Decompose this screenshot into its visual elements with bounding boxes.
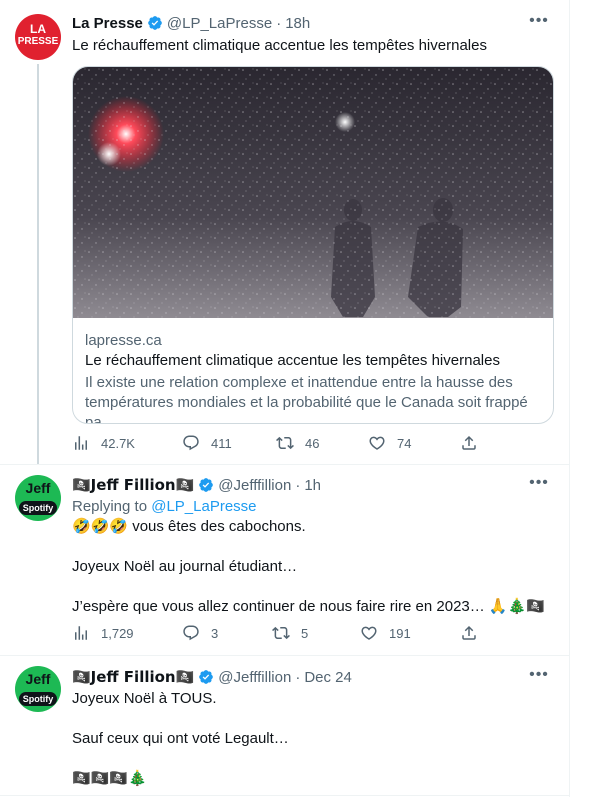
- reply-button[interactable]: 3: [182, 624, 218, 642]
- likes-count: 74: [397, 435, 412, 451]
- timestamp[interactable]: Dec 24: [304, 669, 352, 686]
- bottom-divider: [0, 795, 569, 796]
- tweet-text: 🤣🤣🤣 vous êtes des cabochons. Joyeux Noël…: [72, 518, 545, 615]
- retweet-icon: [272, 626, 290, 640]
- views-icon: [75, 626, 87, 640]
- replying-to: Replying to @LP_LaPresse: [72, 498, 257, 515]
- retweet-button[interactable]: 46: [276, 434, 319, 452]
- share-icon: [462, 435, 476, 450]
- more-icon[interactable]: •••: [529, 475, 549, 498]
- retweets-count: 46: [305, 435, 320, 451]
- replying-to-handle[interactable]: @LP_LaPresse: [151, 498, 256, 515]
- share-icon: [462, 625, 476, 640]
- likes-count: 191: [389, 625, 411, 641]
- views-button[interactable]: 42.7K: [72, 434, 135, 452]
- retweet-icon: [276, 436, 294, 450]
- like-button[interactable]: 191: [360, 624, 411, 642]
- verified-icon: [148, 16, 162, 30]
- tweet-jeff-christmas[interactable]: Jeff Spotify 🏴‍☠️Jeff Fillion🏴‍☠️ @Jefff…: [0, 656, 569, 797]
- tweet-header: La Presse @LP_LaPresse · 18h: [72, 13, 310, 33]
- more-icon[interactable]: •••: [529, 667, 549, 690]
- views-count: 42.7K: [101, 435, 135, 451]
- author-name[interactable]: 🏴‍☠️Jeff Fillion🏴‍☠️: [72, 668, 194, 686]
- author-name[interactable]: La Presse: [72, 15, 143, 32]
- separator-dot: ·: [295, 476, 301, 494]
- author-handle[interactable]: @LP_LaPresse: [167, 15, 272, 32]
- author-name[interactable]: 🏴‍☠️Jeff Fillion🏴‍☠️: [72, 476, 194, 494]
- views-button[interactable]: 1,729: [72, 624, 134, 642]
- author-handle[interactable]: @Jefffillion: [218, 477, 291, 494]
- views-count: 1,729: [101, 625, 134, 641]
- card-image-snowstorm: [73, 67, 553, 318]
- column-border: [569, 0, 570, 797]
- separator-dot: ·: [295, 668, 301, 686]
- avatar-text-spotify: Spotify: [19, 692, 57, 706]
- replying-to-label: Replying to: [72, 498, 152, 515]
- avatar-text-jeff: Jeff: [25, 671, 51, 687]
- tweet-actions: 1,729 3 5 191: [72, 624, 492, 644]
- views-icon: [75, 436, 87, 450]
- replies-count: 3: [211, 625, 219, 641]
- share-button[interactable]: [460, 624, 489, 642]
- separator-dot: ·: [276, 14, 282, 32]
- like-icon: [369, 436, 385, 450]
- tweet-lapresse[interactable]: LA PRESSE La Presse @LP_LaPresse · 18h •…: [0, 0, 569, 470]
- author-handle[interactable]: @Jefffillion: [218, 669, 291, 686]
- avatar-text-la: LA: [30, 22, 46, 36]
- avatar-jeff[interactable]: Jeff Spotify: [15, 475, 61, 521]
- tweet-header: 🏴‍☠️Jeff Fillion🏴‍☠️ @Jefffillion · 1h: [72, 475, 321, 495]
- share-button[interactable]: [460, 434, 489, 452]
- verified-icon: [199, 670, 214, 684]
- tweet-header: 🏴‍☠️Jeff Fillion🏴‍☠️ @Jefffillion · Dec …: [72, 667, 352, 687]
- retweet-button[interactable]: 5: [272, 624, 308, 642]
- timestamp[interactable]: 18h: [285, 15, 310, 32]
- card-domain: lapresse.ca: [85, 332, 162, 349]
- like-button[interactable]: 74: [368, 434, 411, 452]
- tweet-reply-jeff[interactable]: Jeff Spotify 🏴‍☠️Jeff Fillion🏴‍☠️ @Jefff…: [0, 465, 569, 655]
- retweets-count: 5: [301, 625, 309, 641]
- avatar-jeff[interactable]: Jeff Spotify: [15, 666, 61, 712]
- link-card[interactable]: lapresse.ca Le réchauffement climatique …: [72, 66, 554, 424]
- reply-button[interactable]: 411: [182, 434, 232, 452]
- avatar-lapresse[interactable]: LA PRESSE: [15, 14, 61, 60]
- like-icon: [361, 626, 377, 640]
- timestamp[interactable]: 1h: [304, 477, 321, 494]
- tweet-text: Le réchauffement climatique accentue les…: [72, 37, 487, 54]
- avatar-text-jeff: Jeff: [25, 480, 51, 496]
- reply-icon: [183, 435, 199, 451]
- replies-count: 411: [211, 435, 232, 451]
- more-icon[interactable]: •••: [529, 13, 549, 36]
- verified-icon: [199, 478, 214, 492]
- avatar-text-presse: PRESSE: [17, 36, 59, 47]
- reply-icon: [183, 625, 199, 641]
- thread-line: [37, 64, 39, 464]
- avatar-text-spotify: Spotify: [19, 501, 57, 515]
- tweet-actions: 42.7K 411 46 74: [72, 434, 492, 454]
- card-title: Le réchauffement climatique accentue les…: [85, 352, 500, 369]
- tweet-text: Joyeux Noël à TOUS. Sauf ceux qui ont vo…: [72, 690, 289, 787]
- card-description: Il existe une relation complexe et inatt…: [85, 374, 528, 424]
